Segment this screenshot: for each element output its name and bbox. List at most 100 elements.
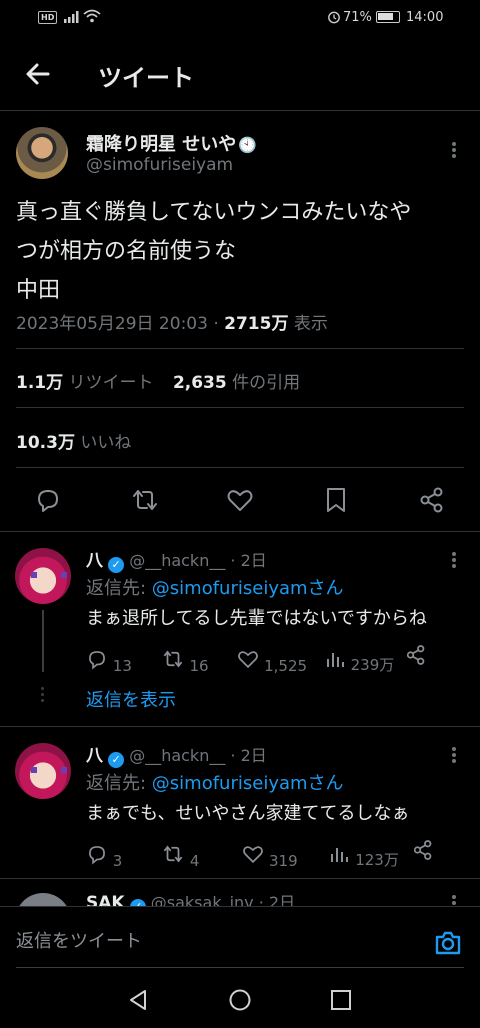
views-icon [331, 847, 349, 862]
likes-count: 10.3万 [16, 433, 75, 453]
tweet-text: 真っ直ぐ勝負してないウンコみたいなや つが相方の名前使うな 中田 [16, 193, 411, 310]
tweet-text-line: 真っ直ぐ勝負してないウンコみたいなや [16, 200, 412, 225]
engagement-stats: 1.1万 リツイート 2,635 件の引用 [16, 368, 300, 393]
retweet-icon [163, 650, 182, 668]
retweet-count: 4 [189, 851, 200, 870]
home-circle-icon[interactable] [228, 988, 252, 1012]
reply-tweet[interactable]: 八 ✓ @__hackn__ · 2日 返信先: @simofuriseiyam… [0, 727, 480, 879]
author-handle[interactable]: @__hackn__ [129, 746, 225, 765]
wifi-icon [83, 9, 101, 23]
more-options-icon[interactable] [451, 745, 457, 765]
reply-header: 八 ✓ @__hackn__ · 2日 [86, 546, 267, 573]
reply-to-handle[interactable]: @simofuriseiyamさん [152, 773, 344, 794]
quotes-stat[interactable]: 2,635 件の引用 [173, 373, 300, 393]
like-icon [238, 651, 259, 669]
reply-actions: 3 4 319 123万 [86, 839, 466, 870]
author-name[interactable]: 八 [86, 551, 103, 571]
reply-tweet[interactable]: 八 ✓ @__hackn__ · 2日 返信先: @simofuriseiyam… [0, 532, 480, 726]
show-replies-link[interactable]: 返信を表示 [86, 686, 176, 712]
reply-input[interactable]: 返信をツイート [0, 907, 420, 969]
like-icon[interactable] [226, 486, 254, 514]
input-underline [16, 967, 464, 968]
hd-indicator: HD [38, 11, 58, 24]
quotes-label: 件の引用 [232, 373, 301, 393]
reply-to-handle[interactable]: @simofuriseiyamさん [152, 578, 344, 599]
retweets-stat[interactable]: 1.1万 リツイート [16, 373, 154, 393]
reply-button[interactable]: 3 [86, 843, 122, 870]
timestamp[interactable]: 2023年05月29日 20:03 · [16, 314, 224, 334]
author-name-text: 霜降り明星 せいや [86, 134, 237, 155]
share-icon[interactable] [418, 486, 446, 514]
divider [0, 110, 480, 111]
quotes-count: 2,635 [172, 373, 227, 393]
reply-composer: 返信をツイート [0, 906, 480, 968]
like-count: 319 [269, 851, 298, 870]
bookmark-icon[interactable] [323, 486, 349, 514]
signal-icon [64, 11, 79, 23]
reply-count: 13 [112, 656, 132, 675]
reply-count: 3 [112, 851, 123, 870]
thread-line [42, 610, 44, 672]
reply-header: SAK ✓ @saksak_inv · 2日 [86, 889, 295, 906]
reply-to: 返信先: @simofuriseiyamさん [86, 574, 344, 600]
reply-actions: 13 16 1,525 239万 [86, 644, 466, 675]
header: ツイート [0, 40, 480, 110]
camera-icon[interactable] [434, 929, 462, 957]
views-button[interactable]: 123万 [330, 844, 399, 870]
back-arrow-icon[interactable] [22, 58, 54, 90]
author-name[interactable]: 霜降り明星 せいや 🕙 [86, 130, 257, 156]
status-bar: HD 71% 14:00 [0, 0, 480, 36]
like-button[interactable]: 1,525 [237, 648, 307, 675]
reply-to-label: 返信先: [86, 578, 152, 599]
back-triangle-icon[interactable] [126, 988, 150, 1012]
reply-tweet[interactable]: SAK ✓ @saksak_inv · 2日 [0, 879, 480, 906]
views-icon [326, 652, 344, 667]
dot-separator: · [253, 893, 269, 906]
more-options-icon[interactable] [451, 893, 457, 906]
retweets-label: リツイート [68, 373, 154, 393]
verified-badge-icon: ✓ [108, 557, 125, 573]
reply-icon [89, 651, 105, 670]
avatar[interactable] [16, 127, 68, 179]
reply-icon[interactable] [34, 486, 62, 514]
retweet-button[interactable]: 4 [161, 843, 199, 870]
author-handle[interactable]: @simofuriseiyam [86, 155, 233, 175]
views-count: 2715万 [224, 314, 289, 334]
author-handle[interactable]: @__hackn__ [129, 551, 225, 570]
alarm-icon [328, 11, 340, 24]
author-name[interactable]: 八 [86, 746, 103, 766]
recents-square-icon[interactable] [330, 989, 352, 1011]
retweet-icon[interactable] [130, 486, 160, 514]
reply-button[interactable]: 13 [86, 648, 132, 675]
verified-badge-icon: ✓ [108, 752, 125, 768]
tweet-text-line: つが相方の名前使うな [16, 239, 237, 264]
reply-text: まぁでも、せいやさん家建ててるしなぁ [86, 803, 410, 824]
timestamp[interactable]: 2日 [241, 551, 267, 570]
timestamp[interactable]: 2日 [241, 746, 267, 765]
views-label: 表示 [288, 314, 328, 334]
like-count: 1,525 [264, 656, 308, 675]
retweet-button[interactable]: 16 [161, 648, 209, 675]
retweet-count: 16 [189, 656, 209, 675]
views-count: 239万 [350, 655, 395, 674]
clock-time: 14:00 [406, 10, 444, 25]
avatar[interactable] [15, 743, 71, 799]
reply-to: 返信先: @simofuriseiyamさん [86, 769, 344, 795]
page-title: ツイート [98, 64, 194, 92]
reply-icon [89, 846, 105, 865]
avatar[interactable] [15, 893, 71, 906]
avatar[interactable] [15, 548, 71, 604]
author-handle[interactable]: @saksak_inv [151, 893, 254, 906]
more-options-icon[interactable] [451, 140, 457, 160]
views-button[interactable]: 239万 [326, 649, 394, 675]
author-name[interactable]: SAK [86, 893, 125, 906]
reply-header: 八 ✓ @__hackn__ · 2日 [86, 741, 267, 768]
share-icon[interactable] [405, 644, 427, 666]
like-button[interactable]: 319 [242, 843, 298, 870]
more-options-icon[interactable] [451, 550, 457, 570]
reply-to-label: 返信先: [86, 773, 152, 794]
timestamp[interactable]: 2日 [269, 893, 295, 906]
share-icon[interactable] [412, 839, 434, 861]
likes-stat[interactable]: 10.3万 いいね [16, 428, 131, 453]
clock-emoji-icon: 🕙 [238, 136, 257, 154]
